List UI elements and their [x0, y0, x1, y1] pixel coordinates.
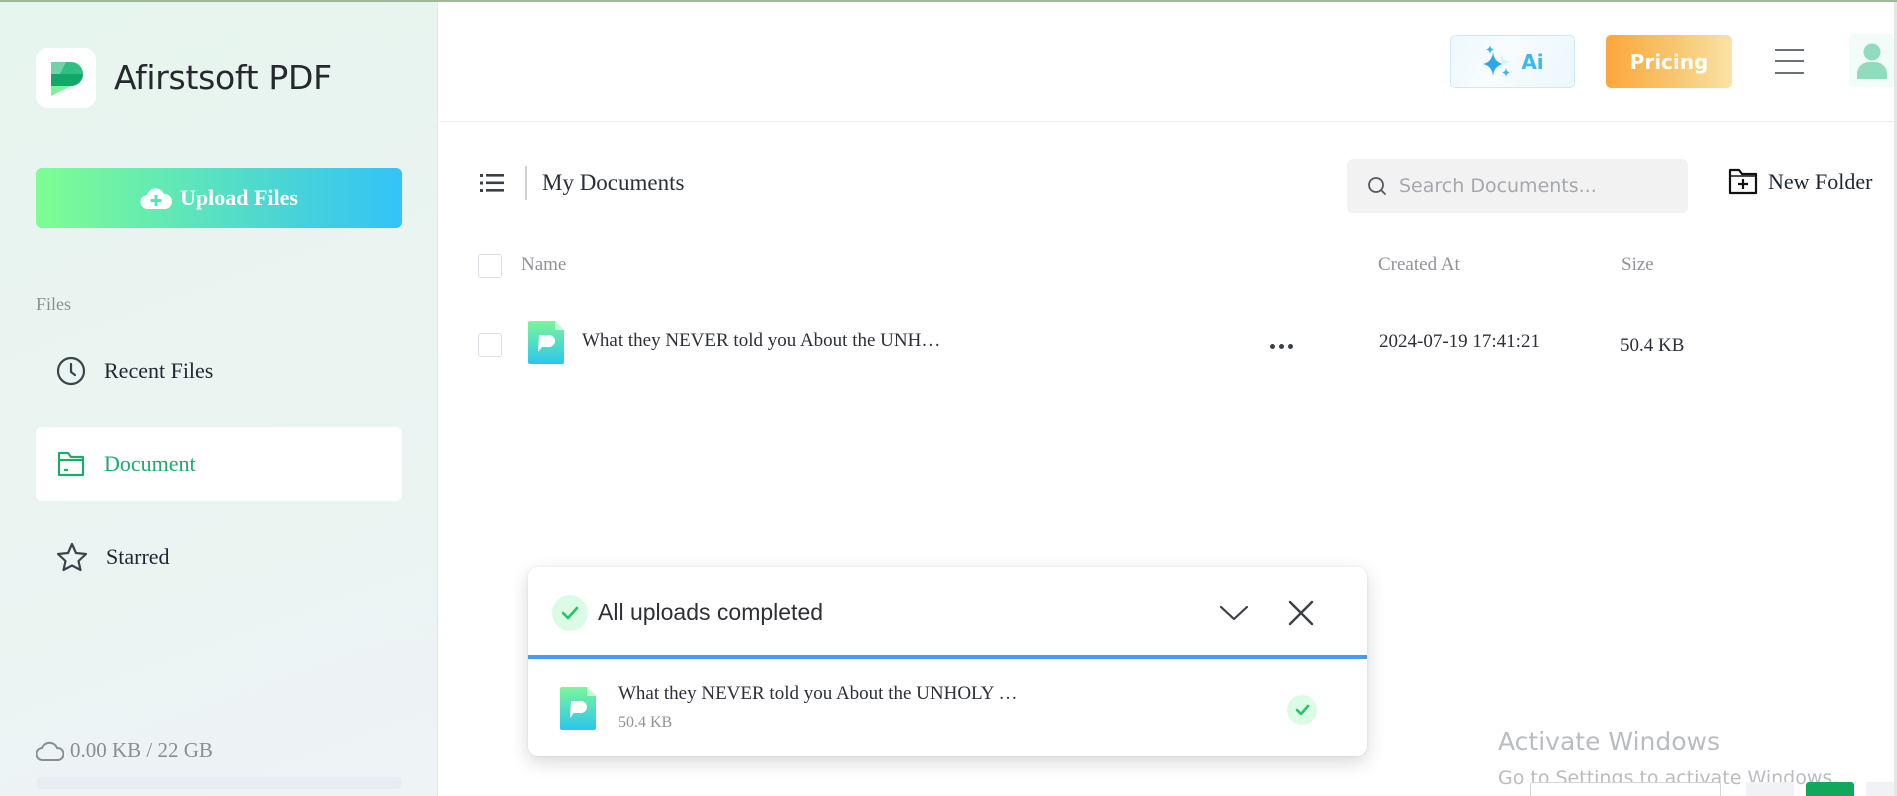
brand-name: Afirstsoft PDF: [114, 58, 332, 97]
collapse-panel-button[interactable]: [1218, 597, 1250, 629]
close-icon: [1288, 600, 1314, 626]
sparkle-icon: [1483, 44, 1512, 77]
storage-usage: 0.00 KB / 22 GB: [36, 738, 213, 763]
file-created-at: 2024-07-19 17:41:21: [1379, 331, 1540, 352]
pdf-file-icon: [560, 687, 596, 730]
sidebar-item-label: Recent Files: [104, 358, 214, 383]
ellipsis-icon: [1270, 343, 1293, 349]
upload-file-name: What they NEVER told you About the UNHOL…: [618, 683, 1018, 704]
cloud-icon: [36, 741, 64, 761]
sidebar-item-document[interactable]: Document: [36, 427, 402, 501]
column-header-created-at[interactable]: Created At: [1378, 254, 1460, 276]
sidebar-item-label: Starred: [106, 544, 170, 569]
window-top-border: [0, 0, 1897, 2]
logo-icon: [51, 62, 83, 96]
upload-files-button[interactable]: Upload Files: [36, 168, 402, 228]
cloud-upload-icon: [140, 188, 173, 210]
partial-bottom-primary-button[interactable]: [1806, 782, 1854, 796]
more-options-button[interactable]: [1270, 336, 1300, 356]
upload-status-panel: All uploads completed What they NEVER to…: [528, 567, 1367, 756]
sidebar: Afirstsoft PDF Upload Files Files Recent…: [0, 2, 438, 796]
ai-label: Ai: [1521, 49, 1544, 74]
user-icon: [1857, 43, 1887, 79]
star-icon: [56, 542, 88, 572]
upload-complete-check-icon: [1287, 695, 1317, 725]
toolbar-divider: [525, 166, 527, 200]
sidebar-item-recent-files[interactable]: Recent Files: [36, 334, 402, 408]
list-icon: [480, 174, 504, 192]
file-name[interactable]: What they NEVER told you About the UNH…: [582, 330, 940, 352]
page-title: My Documents: [542, 170, 685, 195]
partial-bottom-input[interactable]: [1530, 782, 1721, 796]
folder-plus-icon: [1728, 168, 1758, 195]
partial-bottom-button[interactable]: [1866, 782, 1894, 796]
app-logo[interactable]: [36, 48, 96, 108]
storage-text: 0.00 KB / 22 GB: [70, 738, 213, 762]
search-icon: [1368, 177, 1386, 195]
upload-file-size: 50.4 KB: [618, 714, 673, 731]
search-input[interactable]: [1399, 175, 1669, 197]
sidebar-item-label: Document: [104, 451, 196, 476]
list-view-toggle[interactable]: [480, 172, 504, 194]
windows-activation-title: Activate Windows: [1498, 727, 1720, 756]
pdf-file-icon: [528, 321, 564, 364]
pricing-button[interactable]: Pricing: [1606, 35, 1732, 88]
new-folder-button[interactable]: New Folder: [1728, 168, 1872, 195]
upload-panel-title: All uploads completed: [598, 599, 824, 625]
success-check-icon: [552, 595, 588, 631]
search-box[interactable]: [1347, 159, 1688, 213]
new-folder-label: New Folder: [1768, 168, 1873, 194]
hamburger-menu-button[interactable]: [1775, 47, 1805, 75]
upload-panel-header: All uploads completed: [528, 567, 1367, 659]
sidebar-item-starred[interactable]: Starred: [36, 520, 402, 594]
column-header-name[interactable]: Name: [521, 254, 566, 276]
folder-icon: [57, 451, 85, 477]
chevron-down-icon: [1219, 605, 1249, 621]
partial-bottom-button[interactable]: [1746, 782, 1794, 796]
pricing-label: Pricing: [1629, 49, 1709, 74]
user-avatar[interactable]: [1849, 34, 1895, 87]
upload-files-label: Upload Files: [180, 185, 298, 210]
files-section-label: Files: [36, 294, 72, 314]
ai-button[interactable]: Ai: [1450, 35, 1575, 88]
column-header-size[interactable]: Size: [1621, 254, 1654, 276]
row-checkbox[interactable]: [478, 333, 502, 357]
file-size: 50.4 KB: [1620, 335, 1685, 356]
select-all-checkbox[interactable]: [478, 254, 502, 278]
clock-icon: [56, 356, 86, 386]
storage-progress-bar: [36, 777, 402, 789]
close-panel-button[interactable]: [1285, 597, 1317, 629]
